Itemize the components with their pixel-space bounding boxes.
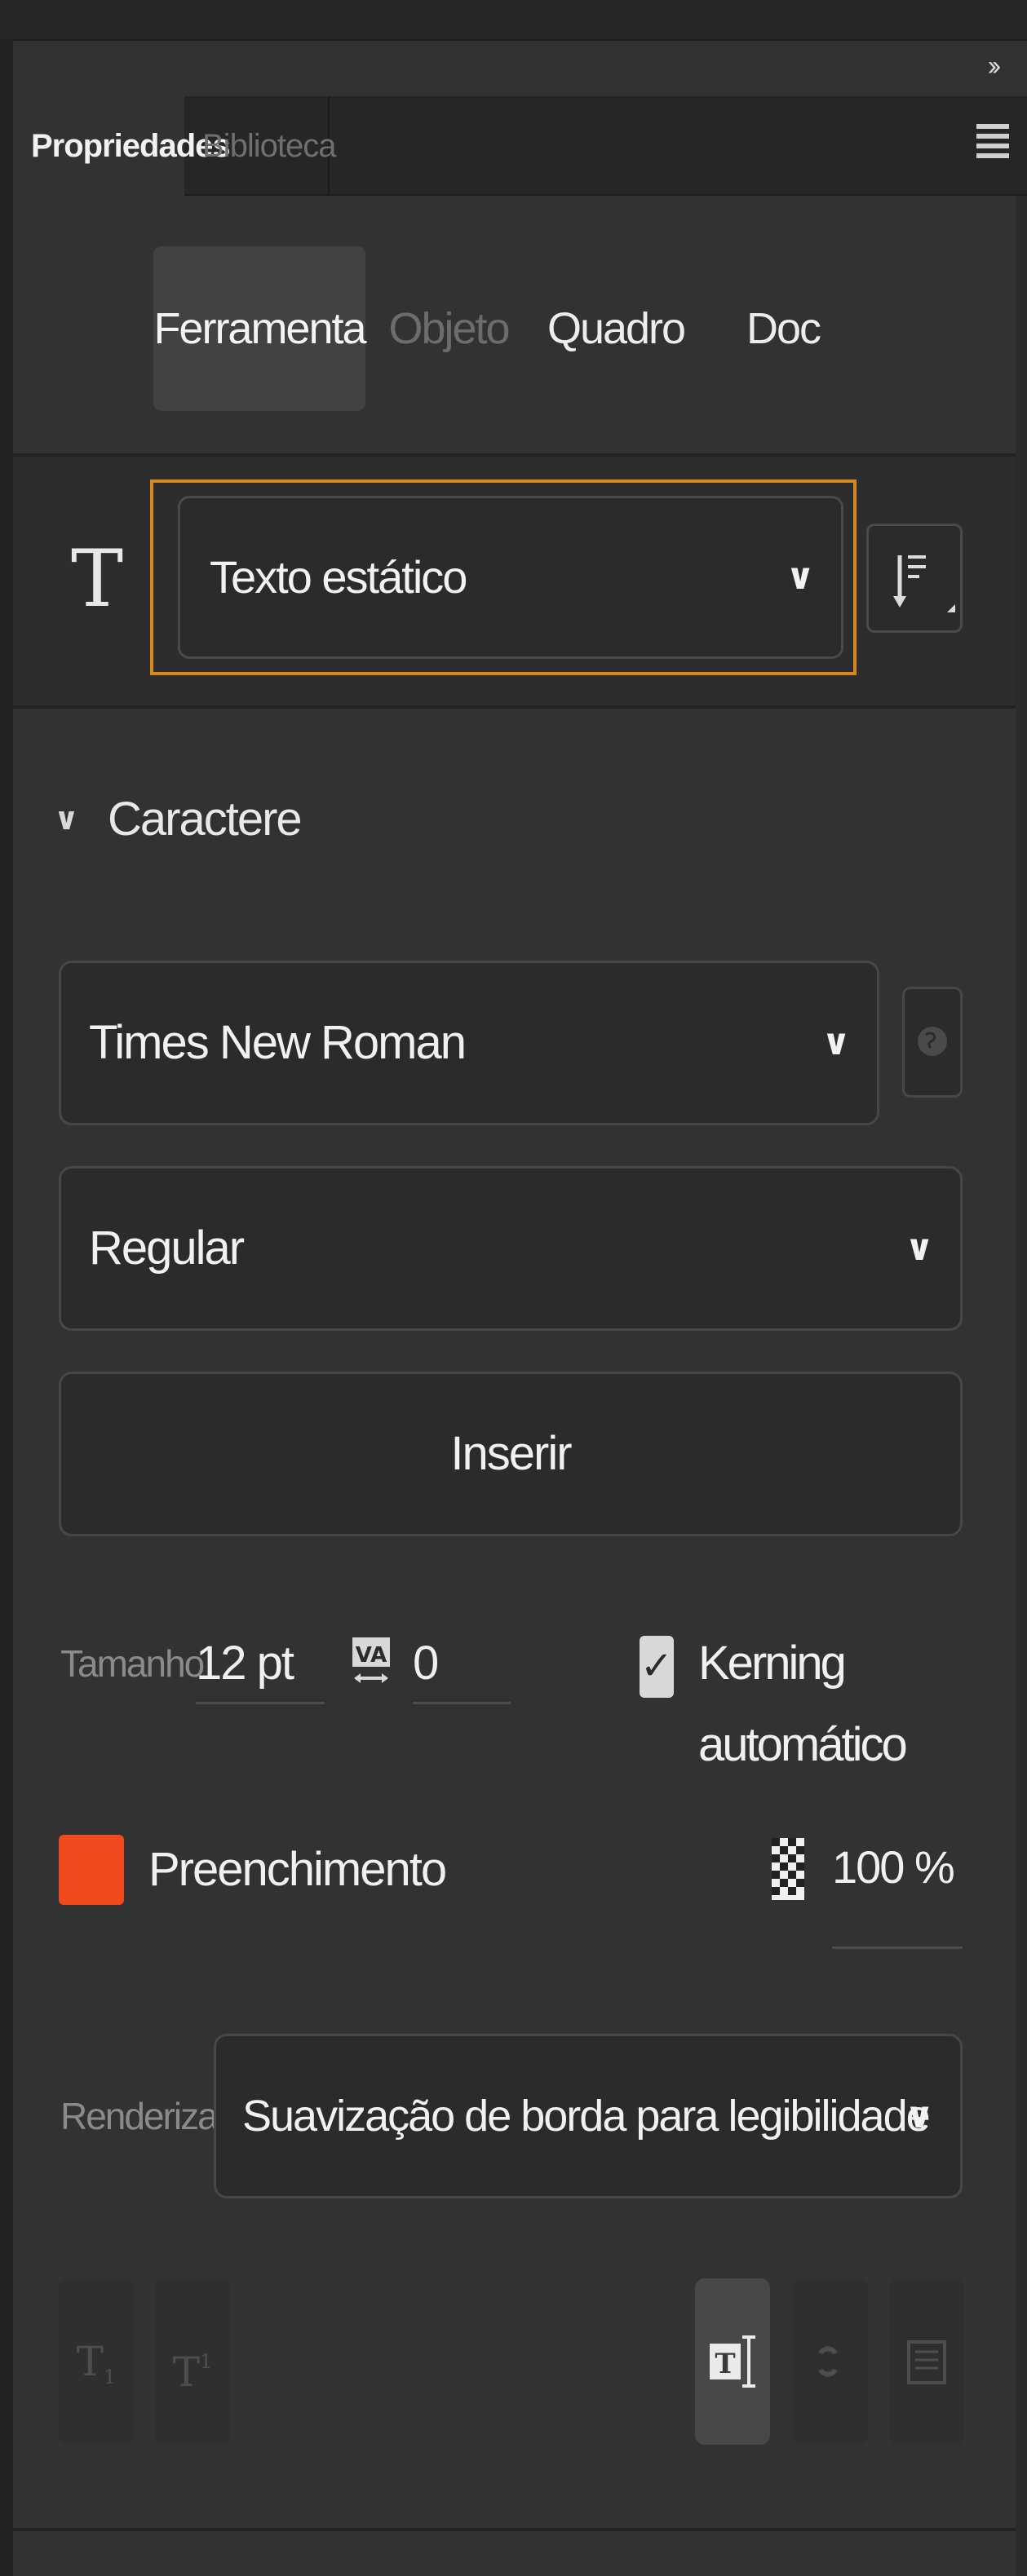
globe-icon[interactable] xyxy=(902,987,963,1098)
render-value: Suavização de borda para legibilidade xyxy=(242,2092,931,2141)
divider xyxy=(13,2528,1016,2531)
text-border-icon[interactable] xyxy=(889,2278,964,2445)
tab-biblioteca[interactable]: Biblioteca xyxy=(184,96,336,196)
alpha-input[interactable]: 100 % xyxy=(832,1827,963,1949)
tracking-icon: VA xyxy=(351,1619,392,1709)
render-label: Renderizar xyxy=(60,2095,229,2137)
segment-objeto: Objeto xyxy=(388,304,510,353)
hamburger-icon[interactable] xyxy=(976,124,1009,161)
font-family-dropdown[interactable]: Times New Roman ∨ xyxy=(59,961,879,1125)
text-type-dropdown[interactable]: Texto estático ∨ xyxy=(178,496,843,659)
font-style-value: Regular xyxy=(89,1222,245,1275)
chevron-down-icon: ∨ xyxy=(905,2096,934,2136)
text-orientation-icon[interactable] xyxy=(866,524,963,633)
section-caractere-title: Caractere xyxy=(108,793,303,846)
tracking-input[interactable]: 0 xyxy=(413,1623,511,1704)
size-label: Tamanho xyxy=(60,1642,205,1685)
superscript-icon[interactable]: T1 xyxy=(155,2278,230,2445)
segment-doc[interactable]: Doc xyxy=(718,246,848,411)
segment-quadro[interactable]: Quadro xyxy=(538,246,693,411)
divider xyxy=(13,705,1016,709)
chevron-down-icon: ∨ xyxy=(905,1228,934,1268)
text-tool-icon: T xyxy=(70,533,124,625)
font-style-dropdown[interactable]: Regular ∨ xyxy=(59,1166,963,1331)
chevron-down-icon: ∨ xyxy=(786,557,815,597)
segment-ferramenta[interactable]: Ferramenta xyxy=(153,246,367,411)
kerning-checkbox[interactable]: ✓ xyxy=(640,1636,674,1698)
fill-label: Preenchimento xyxy=(148,1843,447,1896)
subscript-icon[interactable]: T1 xyxy=(59,2278,134,2445)
tab-propriedades[interactable]: Propriedades xyxy=(13,96,231,196)
chevron-down-icon: ∨ xyxy=(821,1023,851,1063)
text-type-value: Texto estático xyxy=(210,551,467,603)
render-dropdown[interactable]: Suavização de borda para legibilidade ∨ xyxy=(214,2034,963,2198)
panel-left-edge xyxy=(0,39,13,2576)
panel-chrome-bar xyxy=(0,39,1027,96)
svg-text:T: T xyxy=(715,2348,735,2380)
svg-text:VA: VA xyxy=(356,1643,387,1668)
alpha-checker-icon xyxy=(770,1833,806,1907)
kerning-label: Kerning automático xyxy=(698,1637,908,1771)
link-icon[interactable] xyxy=(793,2278,868,2445)
insert-button[interactable]: Inserir xyxy=(59,1372,963,1536)
window-top-strip xyxy=(0,0,1027,39)
chevron-down-icon[interactable]: ∨ xyxy=(54,783,86,856)
size-input[interactable]: 12 pt xyxy=(196,1623,325,1704)
double-chevron-right-icon[interactable]: ›› xyxy=(972,46,1012,86)
fill-color-swatch[interactable] xyxy=(59,1835,124,1905)
selectable-text-icon[interactable]: T xyxy=(695,2278,770,2445)
font-family-value: Times New Roman xyxy=(89,1016,467,1069)
